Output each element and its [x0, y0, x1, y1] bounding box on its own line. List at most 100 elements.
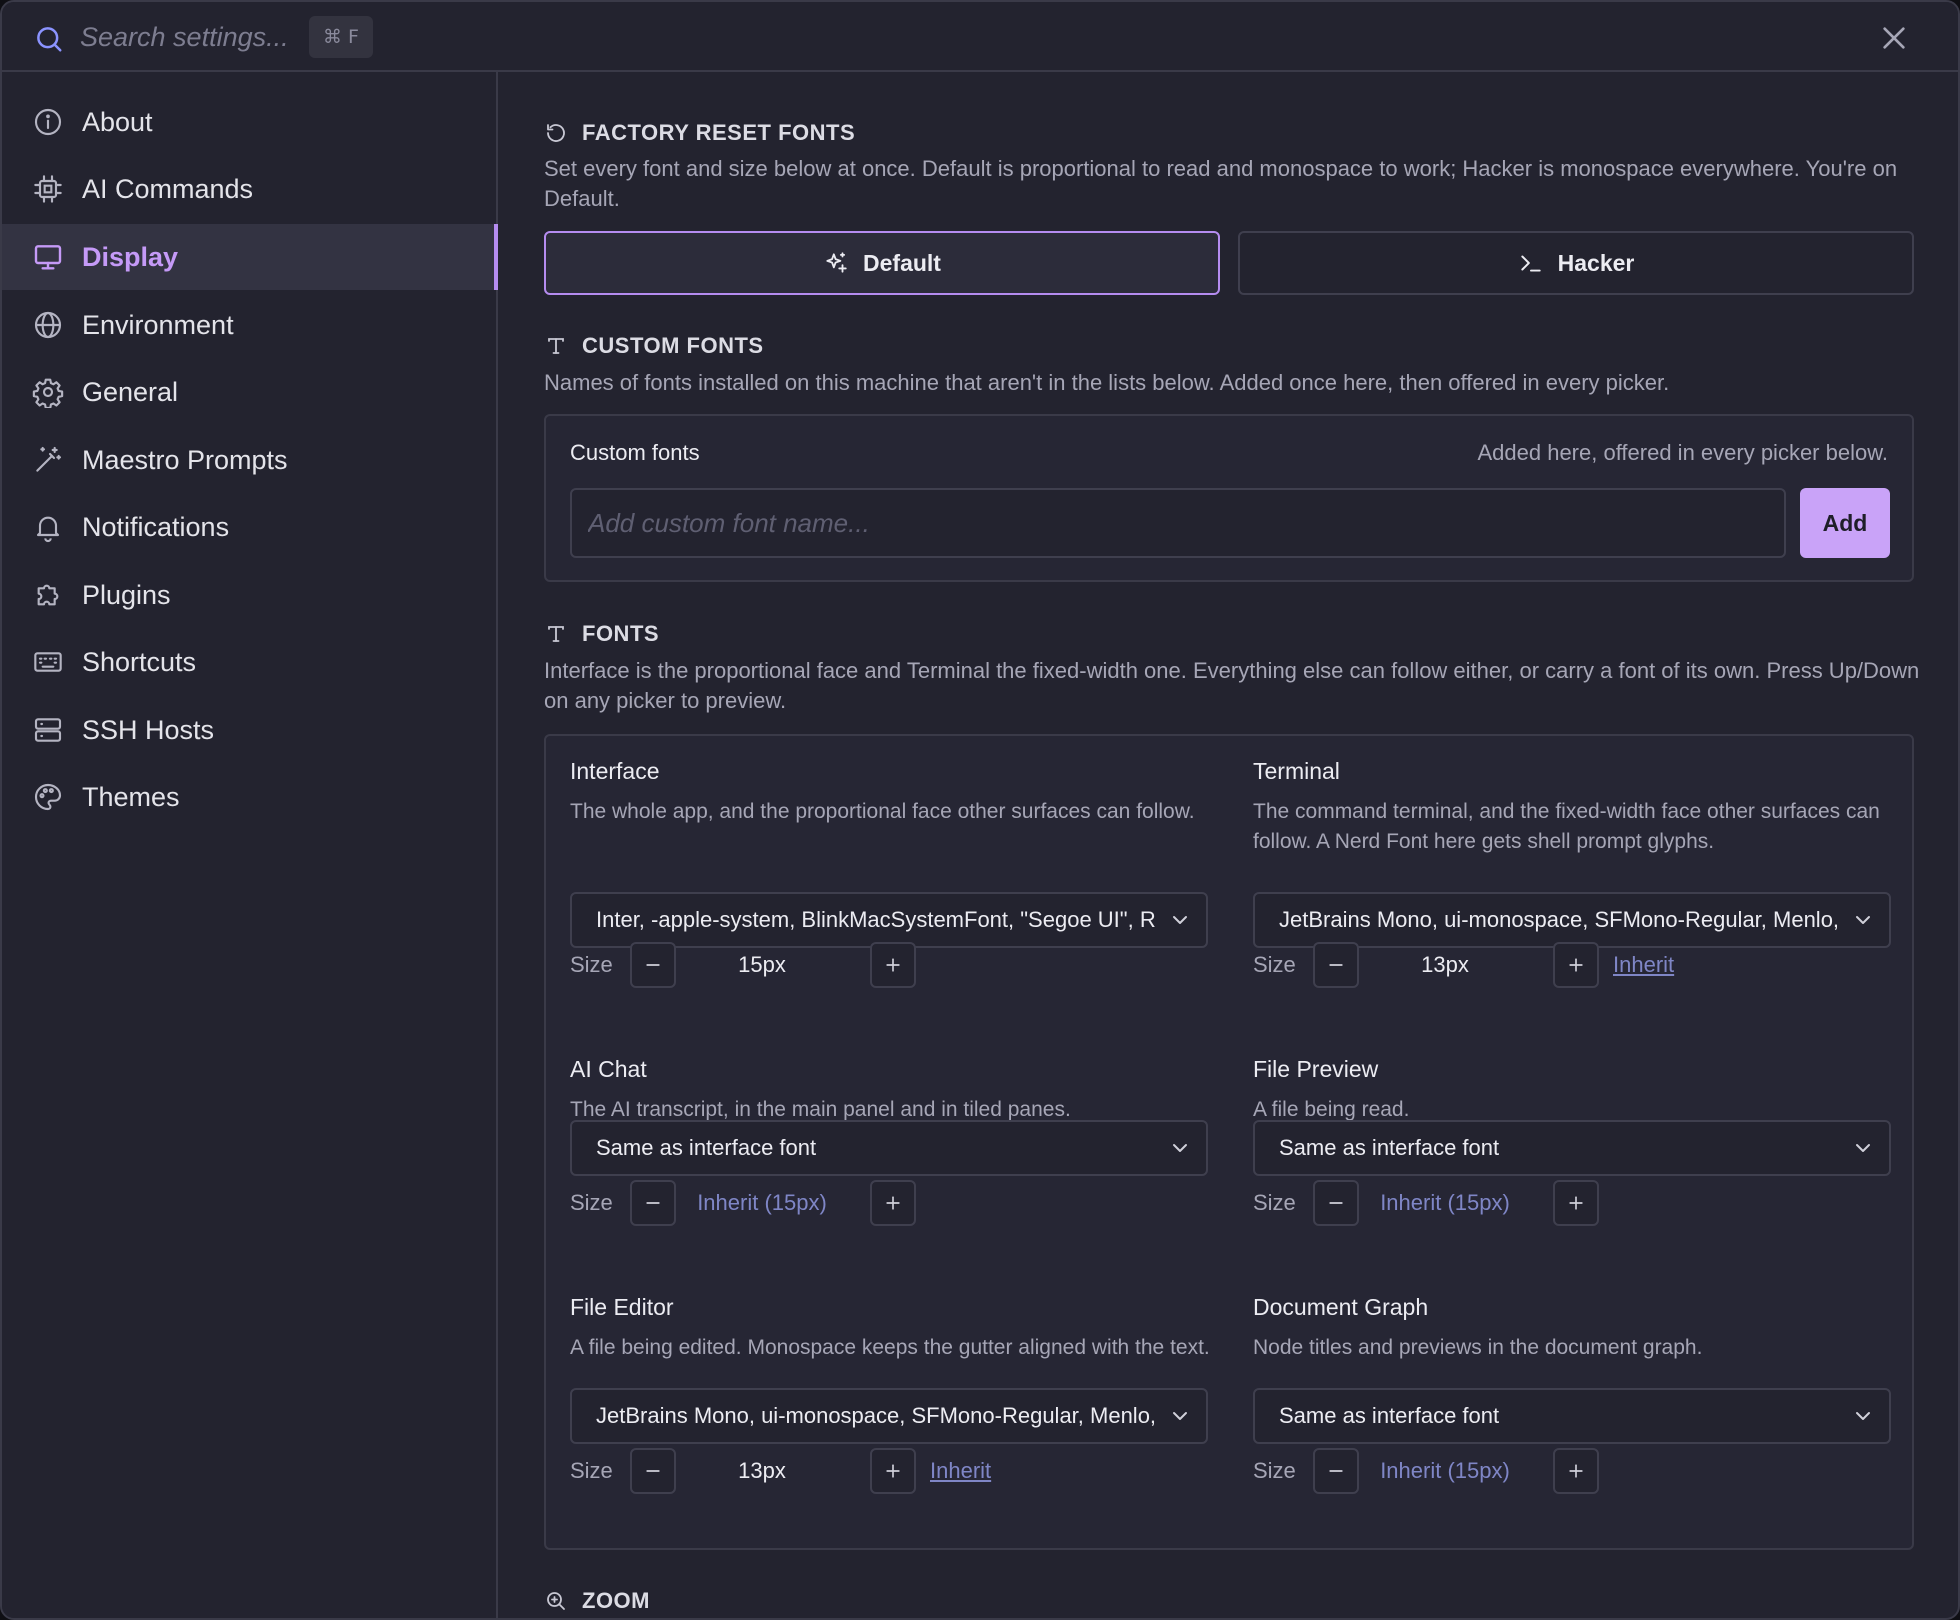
file-editor-inherit-link[interactable]: Inherit — [930, 1458, 991, 1484]
file-preview-size-value: Inherit (15px) — [1380, 1190, 1510, 1215]
size-label: Size — [570, 1458, 613, 1483]
document-graph-size-value: Inherit (15px) — [1380, 1458, 1510, 1483]
close-icon[interactable] — [1878, 22, 1910, 54]
chevron-down-icon — [1856, 1412, 1870, 1420]
document-graph-font-select[interactable]: Same as interface font — [1253, 1388, 1891, 1444]
sidebar-item-display[interactable]: Display — [2, 224, 498, 290]
ai-chat-size-row: Size Inherit (15px) — [570, 1180, 1210, 1226]
fonts-panel: Interface The whole app, and the proport… — [544, 734, 1914, 1550]
file-editor-size-increment-button[interactable] — [870, 1448, 916, 1494]
plus-icon — [1569, 1196, 1583, 1210]
file-preview-size-increment-button[interactable] — [1553, 1180, 1599, 1226]
sidebar-item-label: General — [82, 376, 179, 407]
sidebar-item-label: About — [82, 106, 153, 137]
ai-chat-font-value: Same as interface font — [596, 1135, 817, 1160]
ai-chat-size-decrement-button[interactable] — [630, 1180, 676, 1226]
file-editor-font-title: File Editor — [570, 1294, 674, 1320]
custom-fonts-title: CUSTOM FONTS — [544, 333, 764, 359]
sidebar-item-maestro-prompts[interactable]: Maestro Prompts — [2, 427, 496, 493]
sidebar-item-environment[interactable]: Environment — [2, 292, 496, 358]
custom-fonts-hint: Added here, offered in every picker belo… — [1477, 440, 1888, 465]
ai-chat-font-select[interactable]: Same as interface font — [570, 1120, 1208, 1176]
ai-chat-size-value: Inherit (15px) — [697, 1190, 827, 1215]
fonts-description: Interface is the proportional face and T… — [544, 658, 1920, 713]
sidebar-item-themes[interactable]: Themes — [2, 764, 496, 830]
file-editor-size-row: Size 13px Inherit — [570, 1448, 1210, 1494]
sidebar-item-label: Plugins — [82, 579, 171, 610]
search-shortcut-badge: ⌘ F — [309, 16, 373, 58]
terminal-font-value: JetBrains Mono, ui-monospace, SFMono-Reg… — [1279, 907, 1839, 932]
terminal-inherit-link[interactable]: Inherit — [1613, 952, 1674, 978]
terminal-font-desc: The command terminal, and the fixed-widt… — [1253, 800, 1880, 853]
interface-font-block: Interface The whole app, and the proport… — [570, 758, 1210, 988]
sidebar-item-label: Notifications — [82, 511, 230, 542]
interface-font-select[interactable]: Inter, -apple-system, BlinkMacSystemFont… — [570, 892, 1208, 948]
default-preset-button[interactable]: Default — [544, 231, 1220, 295]
minus-icon — [1329, 964, 1343, 966]
plus-icon — [1569, 1464, 1583, 1478]
size-label: Size — [570, 1190, 613, 1215]
chevron-down-icon — [1856, 916, 1870, 924]
hacker-preset-button[interactable]: Hacker — [1238, 231, 1914, 295]
zoom-in-icon — [547, 1592, 565, 1610]
file-preview-font-value: Same as interface font — [1279, 1135, 1500, 1160]
custom-fonts-panel: Custom fonts Added here, offered in ever… — [544, 414, 1914, 582]
search-input[interactable] — [80, 16, 300, 58]
search-icon — [37, 27, 62, 52]
document-graph-size-increment-button[interactable] — [1553, 1448, 1599, 1494]
interface-size-decrement-button[interactable] — [630, 942, 676, 988]
globe-icon — [34, 311, 62, 339]
add-font-button[interactable]: Add — [1800, 488, 1890, 558]
file-preview-size-decrement-button[interactable] — [1313, 1180, 1359, 1226]
sidebar-item-label: Display — [82, 241, 179, 272]
custom-font-input[interactable] — [570, 488, 1786, 558]
file-preview-size-row: Size Inherit (15px) — [1253, 1180, 1893, 1226]
size-label: Size — [1253, 1458, 1296, 1483]
chevron-down-icon — [1856, 1144, 1870, 1152]
document-graph-font-title: Document Graph — [1253, 1294, 1429, 1320]
document-graph-size-decrement-button[interactable] — [1313, 1448, 1359, 1494]
reset-icon — [547, 124, 565, 142]
size-label: Size — [1253, 1190, 1296, 1215]
document-graph-font-value: Same as interface font — [1279, 1403, 1500, 1428]
sidebar-item-label: SSH Hosts — [82, 714, 215, 745]
settings-window: ⌘ F About AI Commands Display Environmen… — [0, 0, 1960, 1620]
terminal-size-row: Size 13px Inherit — [1253, 942, 1893, 988]
file-preview-font-select[interactable]: Same as interface font — [1253, 1120, 1891, 1176]
monitor-icon — [34, 245, 62, 270]
file-editor-font-block: File Editor A file being edited. Monospa… — [570, 1294, 1210, 1524]
custom-fonts-description: Names of fonts installed on this machine… — [544, 370, 1670, 395]
minus-icon — [646, 1470, 660, 1472]
terminal-font-select[interactable]: JetBrains Mono, ui-monospace, SFMono-Reg… — [1253, 892, 1891, 948]
ai-chat-size-increment-button[interactable] — [870, 1180, 916, 1226]
document-graph-font-desc: Node titles and previews in the document… — [1253, 1336, 1703, 1359]
type-icon — [548, 338, 564, 354]
interface-size-value: 15px — [738, 952, 786, 977]
interface-font-value: Inter, -apple-system, BlinkMacSystemFont… — [596, 907, 1156, 932]
sidebar-item-plugins[interactable]: Plugins — [2, 562, 496, 628]
minus-icon — [1329, 1470, 1343, 1472]
sparkles-icon — [826, 252, 847, 273]
sidebar-item-ai-commands[interactable]: AI Commands — [2, 156, 496, 222]
file-editor-size-decrement-button[interactable] — [630, 1448, 676, 1494]
file-editor-font-select[interactable]: JetBrains Mono, ui-monospace, SFMono-Reg… — [570, 1388, 1208, 1444]
sidebar-item-about[interactable]: About — [2, 89, 496, 155]
terminal-size-increment-button[interactable] — [1553, 942, 1599, 988]
sidebar-item-notifications[interactable]: Notifications — [2, 494, 496, 560]
sidebar-item-general[interactable]: General — [2, 359, 496, 425]
document-graph-size-row: Size Inherit (15px) — [1253, 1448, 1893, 1494]
ai-chat-font-block: AI Chat The AI transcript, in the main p… — [570, 1056, 1210, 1236]
document-graph-font-block: Document Graph Node titles and previews … — [1253, 1294, 1893, 1524]
plus-icon — [886, 958, 900, 972]
terminal-size-decrement-button[interactable] — [1313, 942, 1359, 988]
main-panel: FACTORY RESET FONTS Set every font and s… — [500, 74, 1958, 1618]
sidebar-item-label: AI Commands — [82, 173, 254, 204]
file-editor-font-desc: A file being edited. Monospace keeps the… — [570, 1336, 1210, 1359]
sidebar-item-shortcuts[interactable]: Shortcuts — [2, 629, 496, 695]
terminal-size-value: 13px — [1421, 952, 1469, 977]
sidebar-item-ssh-hosts[interactable]: SSH Hosts — [2, 697, 496, 763]
interface-size-increment-button[interactable] — [870, 942, 916, 988]
minus-icon — [646, 964, 660, 966]
sidebar-item-label: Environment — [82, 309, 234, 340]
zoom-title: ZOOM — [544, 1588, 650, 1614]
